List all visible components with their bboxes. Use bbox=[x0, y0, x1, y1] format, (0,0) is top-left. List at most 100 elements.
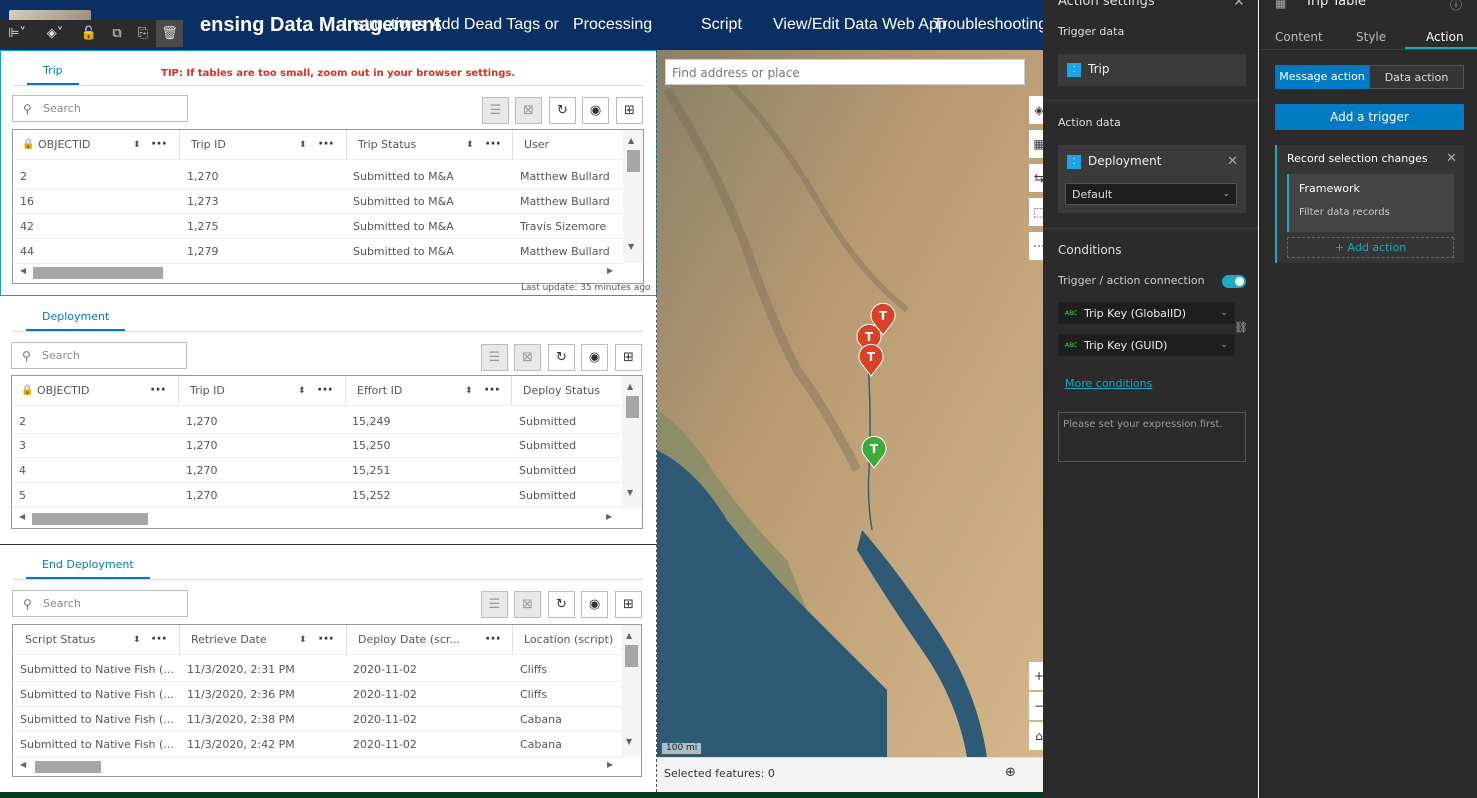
nav-script[interactable]: Script bbox=[701, 16, 742, 34]
map-pin-red[interactable]: T bbox=[858, 343, 884, 377]
nav-add-dead-tags[interactable]: Add Dead Tags or bbox=[431, 16, 559, 34]
sort-icon[interactable]: ⬍ bbox=[299, 130, 307, 160]
delete-icon[interactable]: 🗑 bbox=[156, 20, 183, 47]
tab-trip[interactable]: Trip bbox=[27, 59, 79, 85]
close-icon[interactable]: ✕ bbox=[1233, 0, 1245, 10]
help-icon[interactable]: ⓘ bbox=[1450, 0, 1462, 13]
vertical-scrollbar[interactable]: ▲ ▼ bbox=[622, 376, 642, 509]
table-row[interactable]: Submitted to Native Fish (... 11/3/2020, … bbox=[13, 682, 623, 707]
col-trip-id[interactable]: Trip ID bbox=[190, 376, 225, 406]
col-script-status[interactable]: Script Status bbox=[25, 625, 95, 655]
nav-troubleshooting[interactable]: Troubleshooting bbox=[933, 16, 1043, 34]
table-row[interactable]: 3 1,270 15,250 Submitted bbox=[12, 433, 622, 458]
sort-icon[interactable]: ⬍ bbox=[299, 625, 307, 655]
column-menu-icon[interactable]: ··· bbox=[317, 376, 333, 406]
tab-content[interactable]: Content bbox=[1275, 30, 1323, 44]
layers-icon[interactable]: ◈ bbox=[1029, 96, 1043, 124]
col-trip-status[interactable]: Trip Status bbox=[358, 130, 416, 160]
col-deploy-date[interactable]: Deploy Date (scr... bbox=[358, 625, 460, 655]
col-retrieve-date[interactable]: Retrieve Date bbox=[191, 625, 267, 655]
sort-icon[interactable]: ⬍ bbox=[466, 130, 474, 160]
col-objectid[interactable]: OBJECTID bbox=[38, 130, 91, 160]
col-effort-id[interactable]: Effort ID bbox=[357, 376, 402, 406]
tab-style[interactable]: Style bbox=[1356, 30, 1386, 44]
connection-toggle[interactable] bbox=[1222, 275, 1246, 288]
show-hide-columns-icon[interactable]: ◉ bbox=[582, 97, 609, 124]
grid-options-icon[interactable]: ⊞ bbox=[615, 344, 642, 371]
home-icon[interactable]: ⌂ bbox=[1029, 722, 1043, 750]
col-location[interactable]: Location (script) bbox=[524, 625, 613, 655]
framework-action[interactable]: Framework Filter data records bbox=[1287, 174, 1454, 232]
show-selection-icon[interactable]: ☰ bbox=[482, 97, 509, 124]
zoom-out-icon[interactable]: − bbox=[1029, 692, 1043, 720]
unlock-icon[interactable]: 🔓 bbox=[78, 20, 100, 47]
refresh-icon[interactable]: ↻ bbox=[549, 97, 576, 124]
deployment-search[interactable]: ⚲ bbox=[11, 342, 187, 369]
add-action-button[interactable]: + Add action bbox=[1287, 237, 1454, 258]
end-deployment-search[interactable]: ⚲ bbox=[12, 590, 188, 617]
trip-search-input[interactable] bbox=[43, 100, 183, 117]
column-menu-icon[interactable]: ··· bbox=[318, 625, 334, 655]
swap-icon[interactable]: ⇆ bbox=[1029, 164, 1043, 192]
column-menu-icon[interactable]: ··· bbox=[318, 130, 334, 160]
horizontal-scrollbar[interactable]: ◀ ▶ bbox=[12, 510, 622, 527]
sort-icon[interactable]: ⬍ bbox=[465, 376, 473, 406]
column-menu-icon[interactable]: ··· bbox=[485, 625, 501, 655]
horizontal-scrollbar[interactable]: ◀ ▶ bbox=[13, 758, 623, 775]
sort-icon[interactable]: ⬍ bbox=[298, 376, 306, 406]
sort-icon[interactable]: ⬍ bbox=[133, 625, 141, 655]
more-icon[interactable]: ⋯ bbox=[1029, 232, 1043, 260]
show-selection-icon[interactable]: ☰ bbox=[481, 344, 508, 371]
link-icon[interactable]: ⛓ bbox=[1234, 321, 1248, 334]
add-trigger-button[interactable]: Add a trigger bbox=[1275, 104, 1464, 130]
tab-end-deployment[interactable]: End Deployment bbox=[26, 553, 150, 579]
refresh-icon[interactable]: ↻ bbox=[548, 591, 575, 618]
tab-action[interactable]: Action bbox=[1426, 30, 1464, 44]
nav-instructions[interactable]: Instructions bbox=[343, 16, 425, 34]
more-conditions-link[interactable]: More conditions bbox=[1065, 377, 1152, 390]
action-field-select[interactable]: ABC Trip Key (GUID) ⌄ bbox=[1058, 334, 1235, 356]
vertical-scrollbar[interactable]: ▲ ▼ bbox=[623, 130, 643, 263]
table-row[interactable]: 5 1,270 15,252 Submitted bbox=[12, 483, 622, 508]
horizontal-scrollbar[interactable]: ◀ ▶ bbox=[13, 264, 623, 281]
column-menu-icon[interactable]: ··· bbox=[485, 130, 501, 160]
close-icon[interactable]: ✕ bbox=[1446, 151, 1457, 166]
align-icon[interactable]: ⊫˅ bbox=[4, 20, 30, 47]
map-pin-green[interactable]: T bbox=[861, 435, 887, 469]
grid-options-icon[interactable]: ⊞ bbox=[616, 97, 643, 124]
show-hide-columns-icon[interactable]: ◉ bbox=[581, 591, 608, 618]
col-user[interactable]: User bbox=[524, 130, 549, 160]
action-data-chip[interactable]: ⁚ Deployment ✕ Default ⌄ bbox=[1058, 145, 1246, 213]
grid-options-icon[interactable]: ⊞ bbox=[615, 591, 642, 618]
show-selection-icon[interactable]: ☰ bbox=[481, 591, 508, 618]
column-menu-icon[interactable]: ··· bbox=[151, 625, 167, 655]
table-row[interactable]: 2 1,270 15,249 Submitted bbox=[12, 409, 622, 434]
map-widget[interactable]: ◈ ▦ ⇆ ⬚ ⋯ + − ⌂ T T T T 100 mi Selected … bbox=[657, 50, 1043, 792]
data-action-button[interactable]: Data action bbox=[1369, 65, 1464, 89]
map-search-input[interactable] bbox=[672, 64, 1012, 81]
clear-selection-icon[interactable]: ⊠ bbox=[514, 344, 541, 371]
duplicate-icon[interactable]: ⧉ bbox=[106, 20, 128, 47]
column-menu-icon[interactable]: ··· bbox=[151, 130, 167, 160]
select-icon[interactable]: ⬚ bbox=[1029, 198, 1043, 226]
column-menu-icon[interactable]: ··· bbox=[484, 376, 500, 406]
table-row[interactable]: 4 1,270 15,251 Submitted bbox=[12, 458, 622, 483]
copy-style-icon[interactable]: ⎘ bbox=[132, 20, 154, 47]
table-row[interactable]: 42 1,275 Submitted to M&A Travis Sizemore bbox=[13, 214, 623, 239]
refresh-icon[interactable]: ↻ bbox=[548, 344, 575, 371]
basemap-icon[interactable]: ▦ bbox=[1029, 130, 1043, 158]
trigger-data-chip[interactable]: ⁚ Trip bbox=[1058, 54, 1246, 86]
trip-search[interactable]: ⚲ bbox=[12, 95, 188, 122]
show-hide-columns-icon[interactable]: ◉ bbox=[581, 344, 608, 371]
table-row[interactable]: 2 1,270 Submitted to M&A Matthew Bullard bbox=[13, 164, 623, 189]
layers-icon[interactable]: ◈˅ bbox=[42, 20, 68, 47]
tab-deployment[interactable]: Deployment bbox=[26, 305, 126, 331]
table-row[interactable]: Submitted to Native Fish (... 11/3/2020, … bbox=[13, 707, 623, 732]
trigger-field-select[interactable]: ABC Trip Key (GlobalID) ⌄ bbox=[1058, 302, 1235, 324]
view-select[interactable]: Default ⌄ bbox=[1065, 183, 1237, 205]
deployment-search-input[interactable] bbox=[42, 347, 182, 364]
remove-icon[interactable]: ✕ bbox=[1227, 154, 1238, 169]
clear-selection-icon[interactable]: ⊠ bbox=[514, 591, 541, 618]
table-row[interactable]: Submitted to Native Fish (... 11/3/2020, … bbox=[13, 732, 623, 757]
col-deploy-status[interactable]: Deploy Status bbox=[523, 376, 600, 406]
